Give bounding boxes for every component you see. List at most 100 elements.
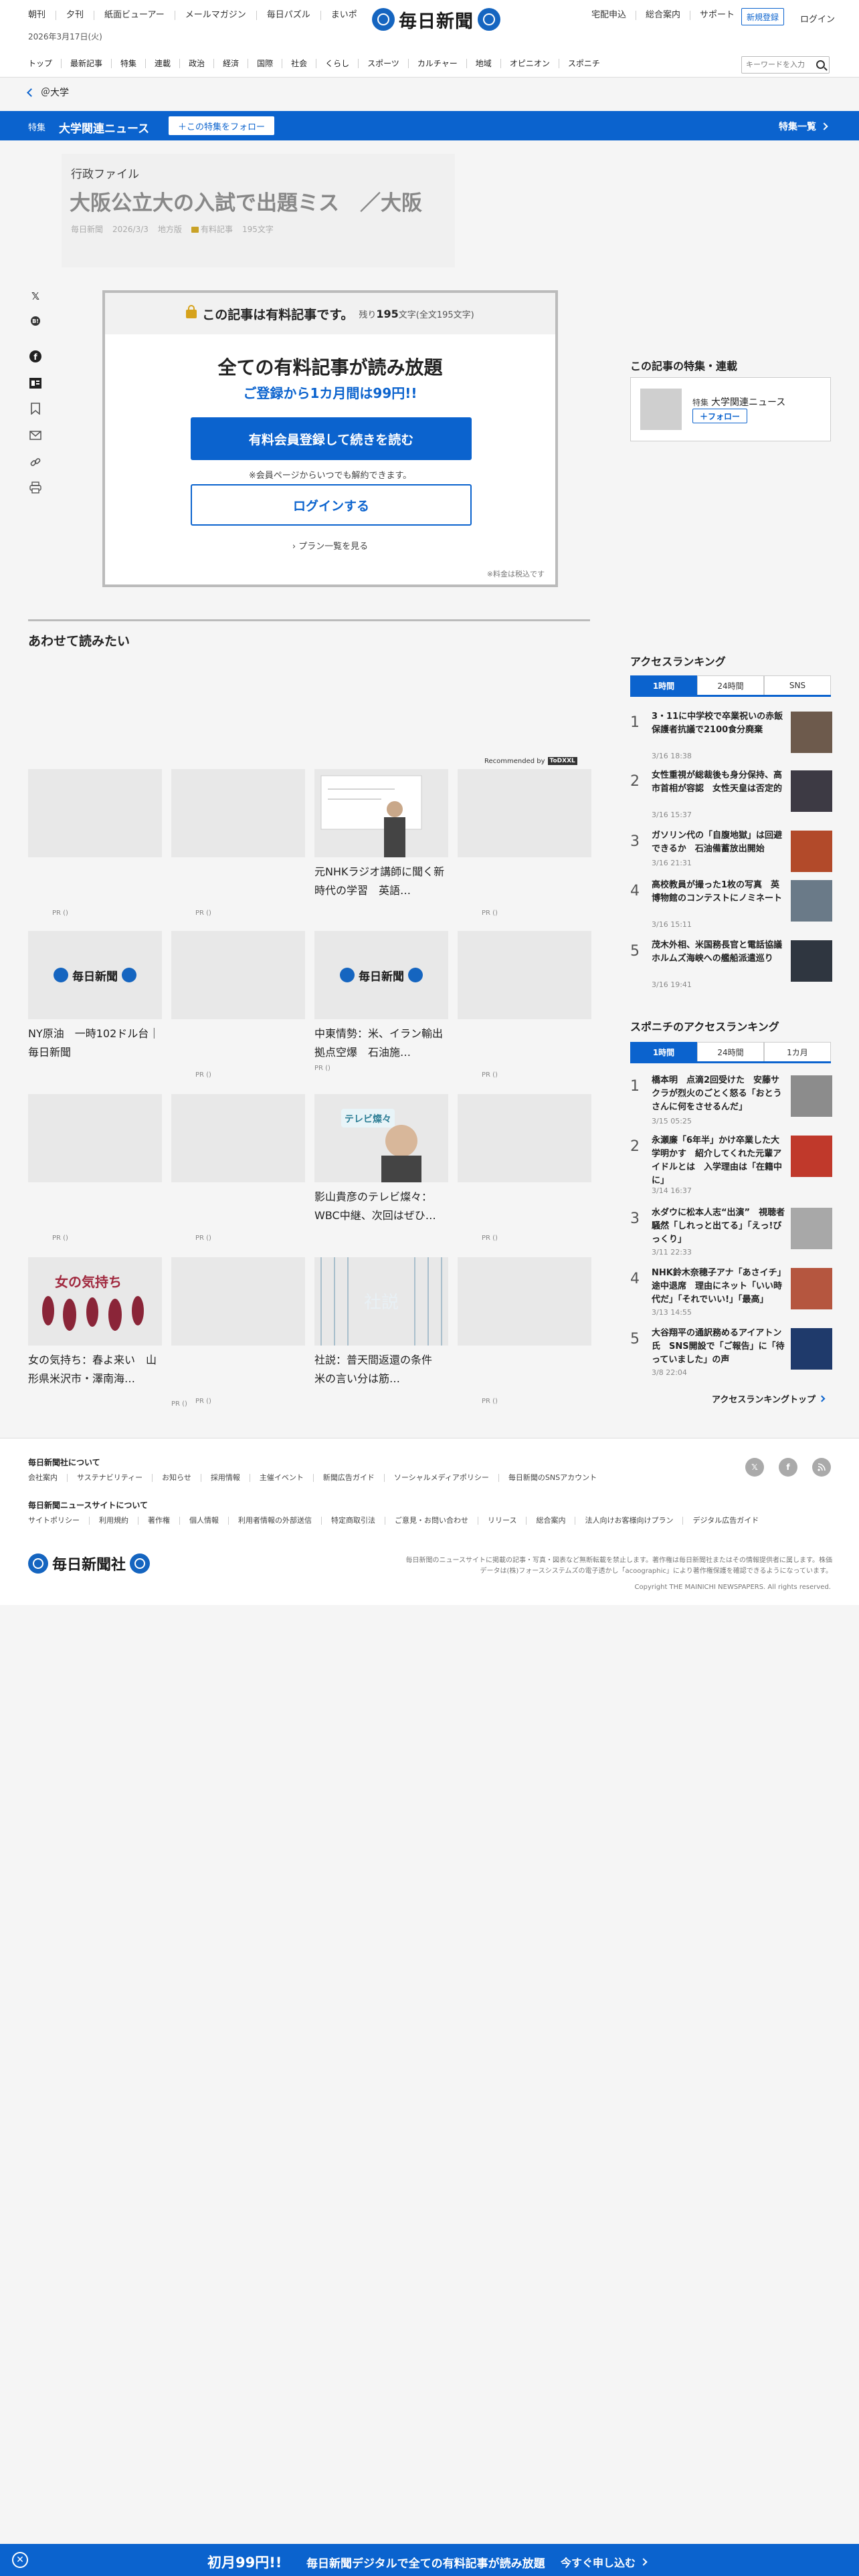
mail-icon[interactable] — [28, 428, 43, 443]
link-guide[interactable]: 総合案内 — [636, 11, 691, 20]
nav-feature[interactable]: 特集 — [112, 59, 147, 68]
footer-link[interactable]: サステナビリティー — [68, 1474, 153, 1482]
nav-society[interactable]: 社会 — [282, 59, 317, 68]
x-icon[interactable]: 𝕏 — [28, 289, 43, 304]
nav-politics[interactable]: 政治 — [180, 59, 215, 68]
plan-list-link[interactable]: › プラン一覧を見る — [105, 539, 555, 552]
ranking-item[interactable]: 2 女性重視が総裁後も身分保持、高市首相が容認 女性天皇は否定的 3/16 15… — [630, 769, 832, 825]
search-icon[interactable] — [816, 60, 825, 69]
nav-local[interactable]: 地域 — [467, 59, 501, 68]
link-icon[interactable] — [28, 455, 43, 469]
ranking-item[interactable]: 3 水ダウに松本人志“出演” 視聴者騒然「しれっと出てる」「えっ!びっくり」 3… — [630, 1206, 832, 1263]
nav-sports[interactable]: スポーツ — [359, 59, 409, 68]
tab-24hour[interactable]: 24時間 — [697, 1042, 764, 1061]
bookmark-icon[interactable] — [28, 401, 43, 416]
ranking-item[interactable]: 5 大谷翔平の通訳務めるアイアトン氏 SNS開設で「ご報告」に「待っていました」… — [630, 1327, 832, 1383]
nav-series[interactable]: 連載 — [146, 59, 181, 68]
feature-title[interactable]: 大学関連ニュース — [59, 119, 149, 136]
nav-economy[interactable]: 経済 — [214, 59, 249, 68]
feature-list-link[interactable]: 特集一覧 — [779, 120, 828, 133]
breadcrumb[interactable]: ＠大学 — [27, 86, 69, 99]
related-card[interactable]: テレビ燦々 影山貴彦のテレビ燦々：WBC中継、次回はぜひ… — [314, 1094, 448, 1225]
link-support[interactable]: サポート — [690, 11, 744, 20]
nav-opinion[interactable]: オピニオン — [501, 59, 559, 68]
site-logo[interactable]: 毎日新聞 — [372, 5, 500, 33]
nav-latest[interactable]: 最新記事 — [62, 59, 112, 68]
footer-link[interactable]: 採用情報 — [201, 1474, 250, 1482]
footer-link[interactable]: お知らせ — [153, 1474, 201, 1482]
related-card[interactable]: PR () — [458, 931, 591, 1079]
rss-icon[interactable] — [812, 1458, 831, 1477]
nav-life[interactable]: くらし — [316, 59, 359, 68]
footer-link[interactable]: 法人向けお客様向けプラン — [575, 1517, 684, 1525]
ranking-item[interactable]: 3 ガソリン代の「自腹地獄」は回避できるか 石油備蓄放出開始 3/16 21:3… — [630, 829, 832, 885]
footer-link[interactable]: 主催イベント — [250, 1474, 314, 1482]
footer-link[interactable]: 個人情報 — [180, 1517, 229, 1525]
note-icon[interactable] — [28, 376, 43, 391]
related-card[interactable]: PR () — [458, 769, 591, 917]
ranking-item[interactable]: 1 3・11に中学校で卒業祝いの赤飯 保護者抗議で2100食分廃棄 3/16 1… — [630, 710, 832, 766]
link-morning[interactable]: 朝刊 — [28, 11, 57, 20]
footer-link[interactable]: 毎日新聞のSNSアカウント — [499, 1474, 606, 1482]
footer-link[interactable]: 会社案内 — [28, 1474, 68, 1482]
facebook-icon[interactable]: f — [779, 1458, 797, 1477]
facebook-icon[interactable]: f — [28, 349, 43, 364]
footer-link[interactable]: サイトポリシー — [28, 1517, 90, 1525]
tab-sns[interactable]: SNS — [764, 675, 831, 695]
related-card[interactable]: PR () — [171, 1094, 305, 1242]
nav-sponichi[interactable]: スポニチ — [559, 59, 609, 68]
subscribe-button[interactable]: 有料会員登録して続きを読む — [191, 417, 472, 460]
footer-link[interactable]: 利用規約 — [90, 1517, 138, 1525]
footer-link[interactable]: 特定商取引法 — [322, 1517, 385, 1525]
paywall-login-button[interactable]: ログインする — [191, 484, 472, 526]
x-icon[interactable]: 𝕏 — [745, 1458, 764, 1477]
ranking-item[interactable]: 4 NHK鈴木奈穂子アナ「あさイチ」途中退席 理由にネット「いい時代だ」「それで… — [630, 1267, 832, 1323]
tab-1hour[interactable]: 1時間 — [630, 675, 697, 695]
feature-follow-button[interactable]: ＋フォロー — [692, 409, 747, 423]
feature-box-name[interactable]: 大学関連ニュース — [711, 395, 785, 409]
footer-link[interactable]: 新聞広告ガイド — [314, 1474, 385, 1482]
follow-feature-button[interactable]: ＋この特集をフォロー — [169, 116, 274, 135]
related-card[interactable]: 社説 社説：普天間返還の条件 米の言い分は筋… — [314, 1257, 448, 1388]
related-card[interactable]: 女の気持ち 女の気持ち：春よ来い 山形県米沢市・澤南海… — [28, 1257, 162, 1388]
related-card[interactable]: PR () — [171, 1257, 305, 1405]
tab-24hour[interactable]: 24時間 — [697, 675, 764, 695]
login-link[interactable]: ログイン — [800, 12, 835, 25]
related-card[interactable]: PR () — [28, 1094, 162, 1242]
link-puzzle[interactable]: 毎日パズル — [257, 11, 321, 20]
footer-link[interactable]: リリース — [478, 1517, 527, 1525]
ranking-top-link[interactable]: アクセスランキングトップ — [712, 1392, 826, 1405]
close-icon[interactable]: ✕ — [12, 2552, 28, 2568]
ranking-item[interactable]: 1 橋本明 点滴2回受けた 安藤サクラが烈火のごとく怒る「おとうさんに何をさせる… — [630, 1074, 832, 1130]
print-icon[interactable] — [28, 480, 43, 495]
footer-link[interactable]: デジタル広告ガイド — [683, 1517, 768, 1525]
related-card[interactable]: PR () — [458, 1094, 591, 1242]
link-delivery[interactable]: 宅配申込 — [582, 11, 637, 20]
link-evening[interactable]: 夕刊 — [56, 11, 95, 20]
related-card[interactable]: PR () — [458, 1257, 591, 1405]
ranking-item[interactable]: 2 永瀬廉「6年半」かけ卒業した大学明かす 紹介してくれた元輩アイドルとは 入学… — [630, 1134, 832, 1195]
footer-link[interactable]: 利用者情報の外部送信 — [229, 1517, 322, 1525]
nav-world[interactable]: 国際 — [248, 59, 283, 68]
link-viewer[interactable]: 紙面ビューアー — [94, 11, 175, 20]
footer-link[interactable]: ご意見・お問い合わせ — [385, 1517, 478, 1525]
related-card[interactable]: 元NHKラジオ講師に聞く新時代の学習 英語… — [314, 769, 448, 900]
footer-link[interactable]: ソーシャルメディアポリシー — [385, 1474, 499, 1482]
related-card[interactable]: 毎日新聞 NY原油 一時102ドル台｜毎日新聞 — [28, 931, 162, 1062]
related-card[interactable]: PR () — [171, 931, 305, 1079]
related-card[interactable]: 毎日新聞 中東情勢：米、イラン輸出拠点空爆 石油施… PR () — [314, 931, 448, 1072]
footer-link[interactable]: 総合案内 — [527, 1517, 576, 1525]
tab-1month[interactable]: 1カ月 — [764, 1042, 831, 1061]
link-mail[interactable]: メールマガジン — [175, 11, 257, 20]
banner-cta[interactable]: 今すぐ申し込む — [561, 2554, 648, 2570]
related-card[interactable]: PR () — [171, 769, 305, 917]
register-button[interactable]: 新規登録 — [741, 8, 784, 25]
link-maipo[interactable]: まいポ — [321, 11, 367, 20]
footer-logo[interactable]: 毎日新聞社 — [28, 1553, 151, 1574]
ranking-item[interactable]: 5 茂木外相、米国務長官と電話協議 ホルムズ海峡への艦船派遣巡り 3/16 19… — [630, 939, 832, 995]
ranking-item[interactable]: 4 高校教員が撮った1枚の写真 英博物館のコンテストにノミネート 3/16 15… — [630, 879, 832, 935]
footer-link[interactable]: 著作権 — [138, 1517, 180, 1525]
nav-culture[interactable]: カルチャー — [409, 59, 467, 68]
nav-top[interactable]: トップ — [28, 59, 62, 68]
subscribe-banner[interactable]: ✕ 初月99円!! 毎日新聞デジタルで全ての有料記事が読み放題 今すぐ申し込む — [0, 2544, 859, 2576]
